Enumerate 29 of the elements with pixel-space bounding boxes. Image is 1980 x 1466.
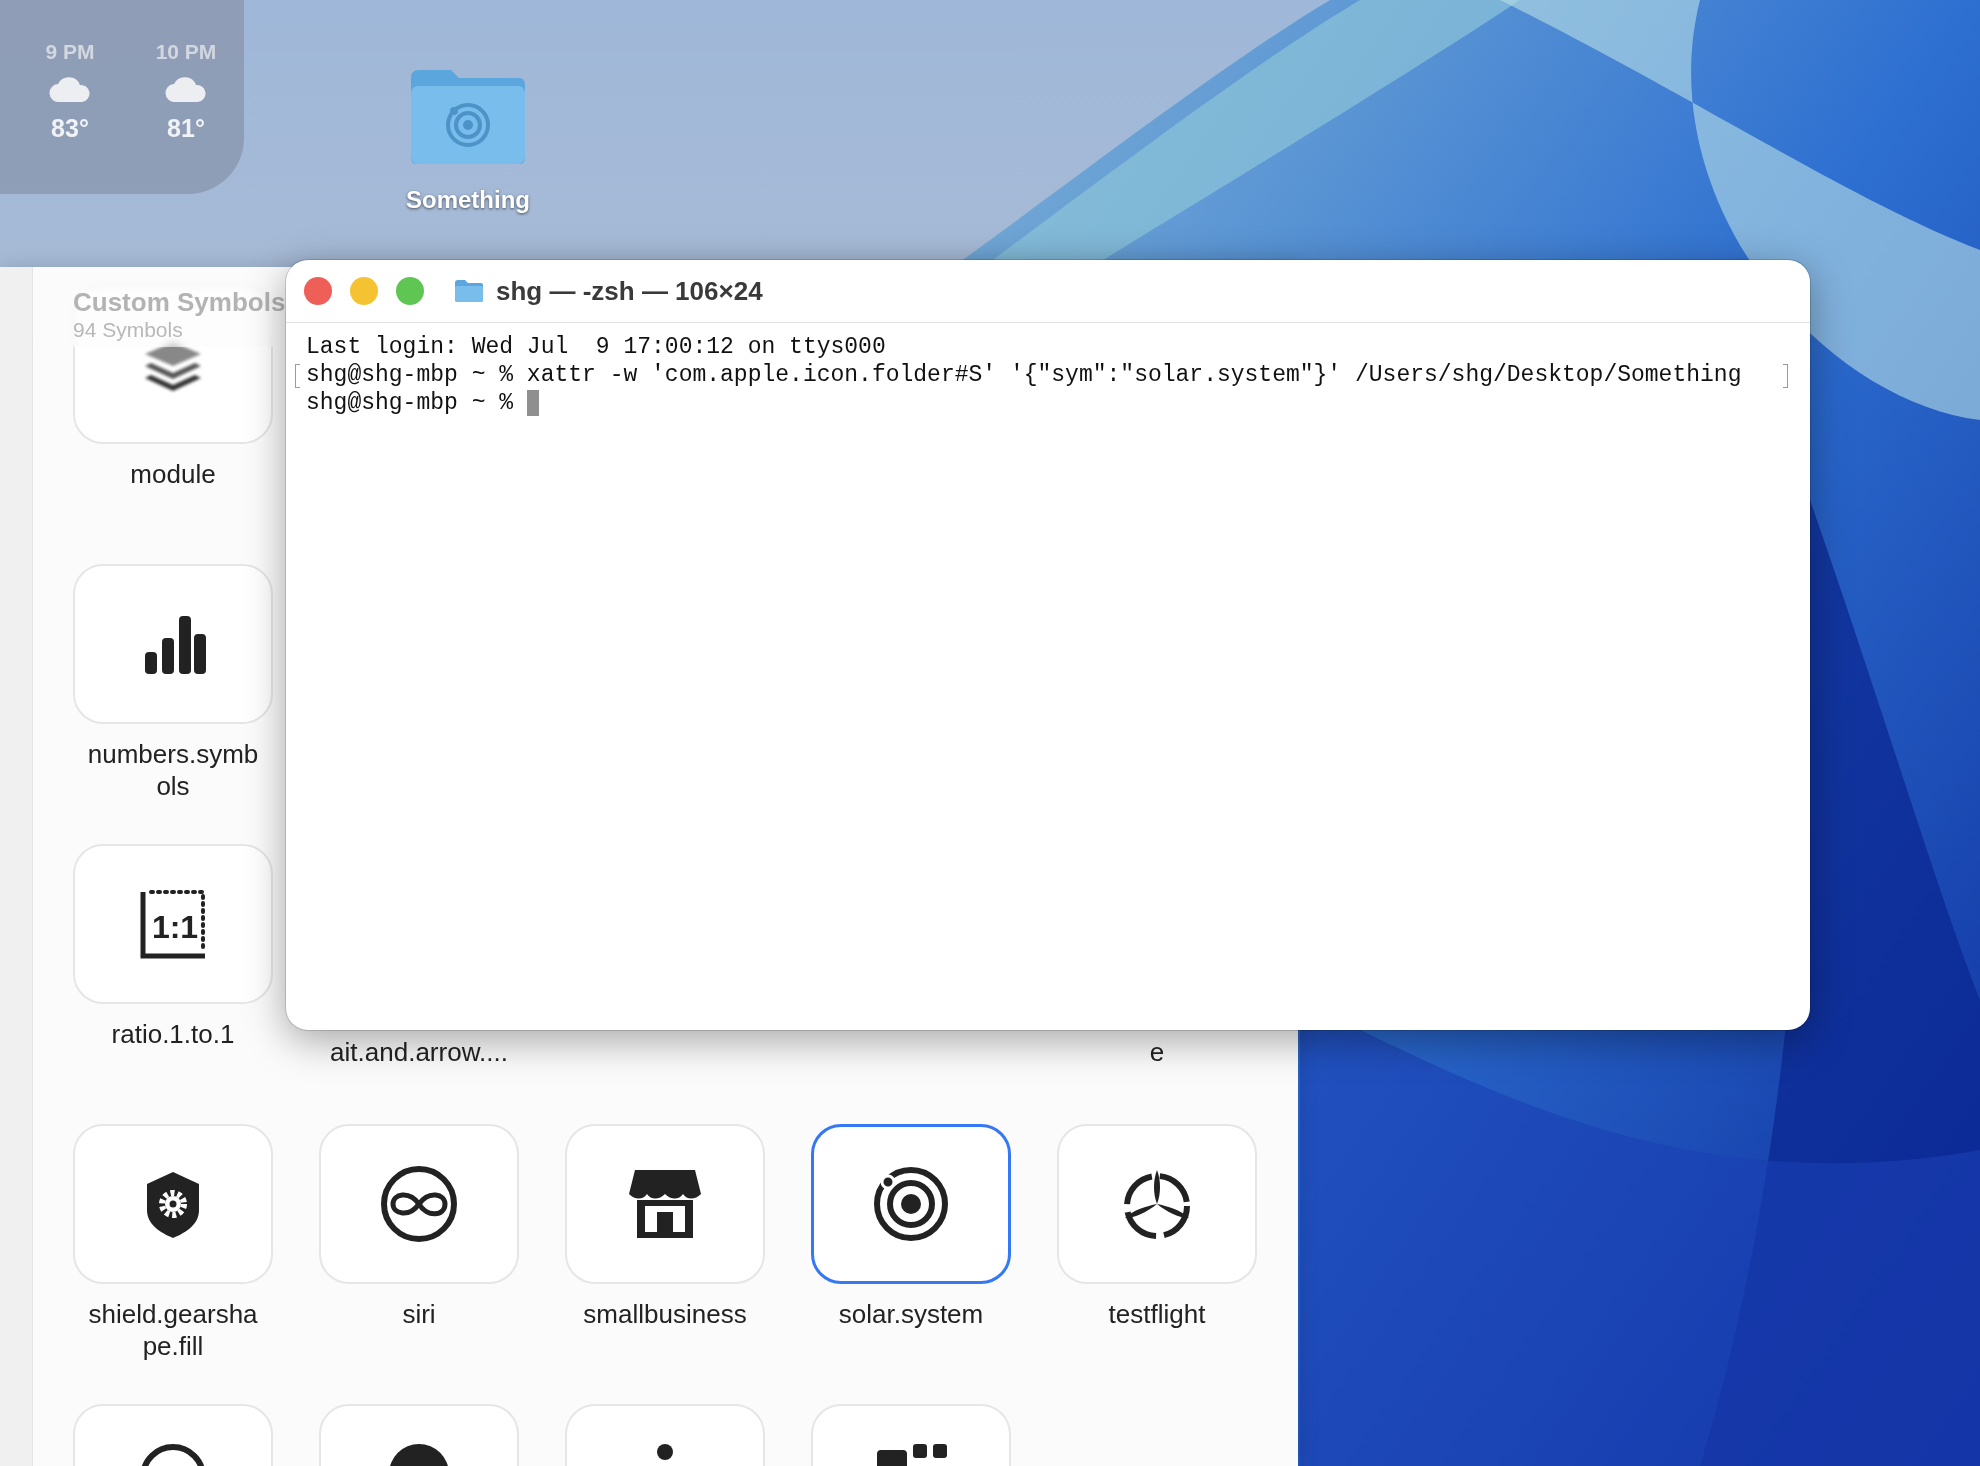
symbol-name: testflight (1107, 1298, 1207, 1330)
symbol-count: 94 Symbols (73, 318, 183, 342)
terminal-line: Last login: Wed Jul 9 17:00:12 on ttys000 (306, 333, 886, 361)
symbol-name: smallbusiness (582, 1298, 748, 1330)
forecast-temperature: 81° (167, 114, 205, 143)
orbit-icon (871, 1164, 951, 1244)
terminal-line: shg@shg-mbp ~ % (306, 389, 515, 417)
symbol-name: solar.system (837, 1298, 985, 1330)
collection-title: Custom Symbols (73, 287, 286, 318)
symbol-name: module (129, 458, 217, 490)
window-title: shg — -zsh — 106×24 (496, 275, 763, 307)
symbol-name: shield.gearshape.fill (87, 1298, 259, 1362)
symbol-name: numbers.symbols (86, 738, 260, 802)
forecast-hour: 9 PM (45, 40, 95, 64)
symbol-name: siri (401, 1298, 437, 1330)
close-button[interactable] (304, 277, 332, 305)
folder-icon (454, 279, 484, 303)
cloud-icon (165, 76, 207, 102)
cloud-icon (49, 76, 91, 102)
mark-bracket (1783, 364, 1788, 388)
symbol-name: ratio.1.to.1 (110, 1018, 236, 1050)
terminal-line: shg@shg-mbp ~ % xattr -w 'com.apple.icon.folder#S' '{"sym":"solar.system"}' /Users/shg/Desktop/Something (306, 361, 1742, 389)
symbol-name: ait.and.arrow.... (329, 1036, 509, 1068)
symbol-name: e (1148, 1036, 1166, 1068)
forecast-hour: 10 PM (155, 40, 217, 64)
symbol-tile[interactable]: 1:1 (73, 844, 273, 1004)
symbol-tile[interactable] (811, 1124, 1011, 1284)
infinity-circle-icon (379, 1164, 459, 1244)
forecast-temperature: 83° (51, 114, 89, 143)
